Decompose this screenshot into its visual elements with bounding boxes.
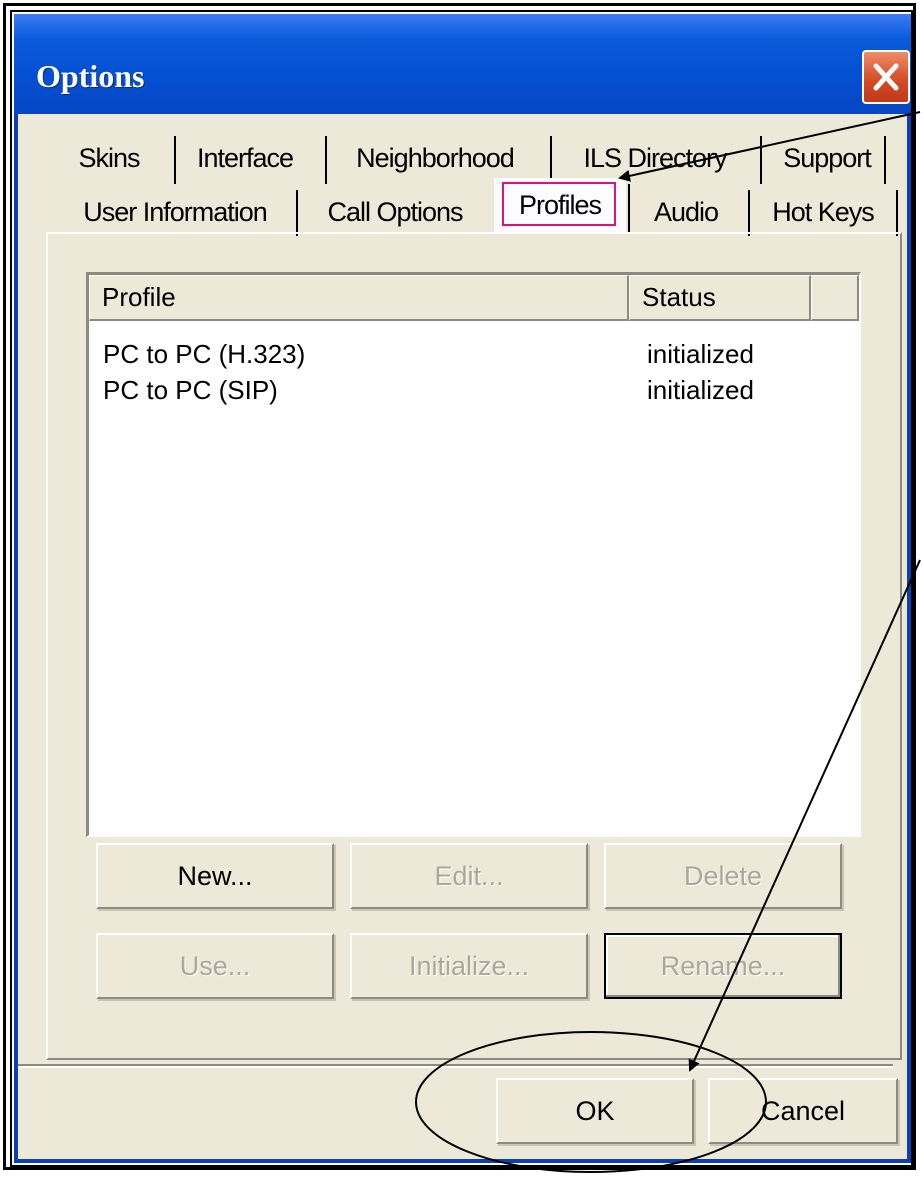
screenshot-frame: Options Skins Interface Neighborhood ILS… <box>0 0 923 1177</box>
screenshot-border-inner <box>10 10 913 1167</box>
